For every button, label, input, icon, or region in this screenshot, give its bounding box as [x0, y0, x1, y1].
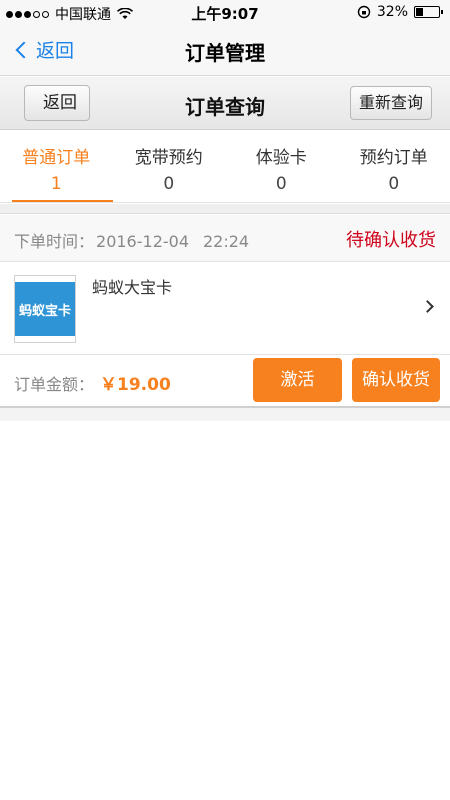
- tab-label: 宽带预约: [134, 148, 203, 168]
- tab-reservation-orders[interactable]: 预约订单 0: [338, 131, 450, 202]
- tab-label: 普通订单: [22, 148, 91, 168]
- product-name: 蚂蚁大宝卡: [92, 278, 173, 297]
- order-amount: 订单金额： ￥19.00: [14, 370, 171, 395]
- activate-button[interactable]: 激活: [253, 358, 342, 402]
- tab-label: 体验卡: [255, 148, 307, 168]
- battery-icon: [414, 6, 443, 18]
- chevron-right-icon: [421, 300, 434, 313]
- order-time-label: 下单时间：: [14, 232, 95, 251]
- page-title: 订单管理: [185, 41, 265, 65]
- order-date: 2016-12-04: [96, 232, 189, 251]
- product-image-text: 蚂蚁宝卡: [15, 282, 75, 336]
- tab-count: 0: [275, 174, 287, 194]
- tab-trial-card[interactable]: 体验卡 0: [225, 131, 338, 202]
- amount-value: ￥19.00: [100, 375, 171, 395]
- order-time: 下单时间： 2016-12-04 22:24: [14, 228, 249, 252]
- tab-broadband-booking[interactable]: 宽带预约 0: [113, 131, 226, 202]
- battery-percent: 32%: [376, 4, 408, 20]
- order-footer: 订单金额： ￥19.00 激活 确认收货: [0, 355, 450, 405]
- tab-count: 0: [388, 174, 400, 194]
- status-bar: 中国联通 上午9:07 32%: [0, 0, 450, 24]
- order-status-badge: 待确认收货: [346, 230, 436, 251]
- status-right: 32%: [357, 4, 443, 20]
- product-image: 蚂蚁宝卡: [14, 275, 76, 343]
- order-header: 下单时间： 2016-12-04 22:24 待确认收货: [0, 215, 450, 262]
- order-type-tabs: 普通订单 1 宽带预约 0 体验卡 0 预约订单 0: [0, 131, 450, 203]
- rotation-lock-icon: [357, 5, 371, 19]
- amount-label: 订单金额：: [14, 375, 95, 394]
- order-item-row[interactable]: 蚂蚁宝卡 蚂蚁大宝卡: [0, 262, 450, 355]
- battery-fill: [416, 8, 423, 16]
- section-divider: [0, 204, 450, 214]
- sub-header: 返回 订单查询 重新查询: [0, 77, 450, 130]
- order-card: 下单时间： 2016-12-04 22:24 待确认收货 蚂蚁宝卡 蚂蚁大宝卡 订单…: [0, 215, 450, 407]
- tab-label: 预约订单: [359, 148, 428, 168]
- tab-count: 1: [50, 174, 62, 194]
- confirm-receipt-button[interactable]: 确认收货: [352, 358, 440, 402]
- tab-count: 0: [163, 174, 175, 194]
- order-clock: 22:24: [203, 232, 250, 251]
- tab-normal-orders[interactable]: 普通订单 1: [0, 131, 113, 202]
- requery-button[interactable]: 重新查询: [350, 86, 432, 120]
- navigation-bar: 返回 订单管理: [0, 24, 450, 76]
- list-bottom-divider: [0, 407, 450, 421]
